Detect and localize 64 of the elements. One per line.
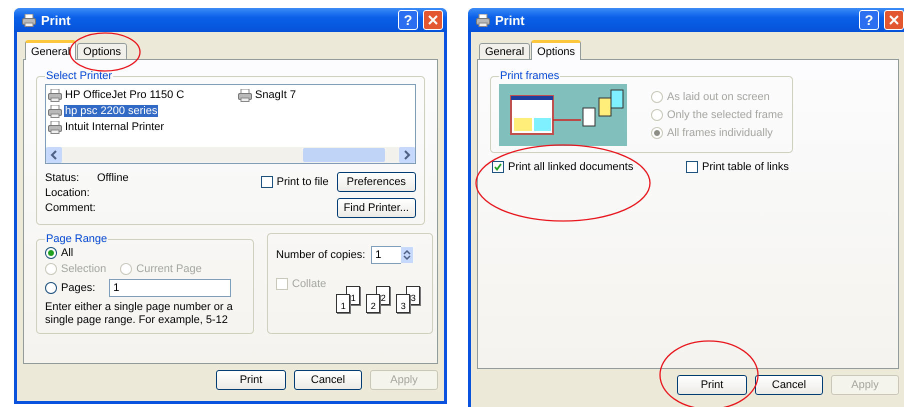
dialog-button[interactable]: Print xyxy=(216,370,286,390)
group-title: Select Printer xyxy=(45,70,114,82)
copies-field[interactable]: 1 xyxy=(371,246,402,264)
scroll-right-icon[interactable] xyxy=(399,147,415,163)
radio-button[interactable] xyxy=(45,282,57,294)
scroll-left-icon[interactable] xyxy=(46,147,62,163)
tab[interactable]: Options xyxy=(531,40,582,60)
radio-button[interactable] xyxy=(45,247,57,259)
help-button[interactable]: ? xyxy=(398,10,418,30)
radio-label: Selection xyxy=(61,263,106,275)
checkbox[interactable] xyxy=(686,161,698,173)
spinner-arrows-icon[interactable] xyxy=(401,247,414,263)
tab[interactable]: General xyxy=(25,40,76,60)
info-label: Status: xyxy=(45,172,80,184)
radio-label: Pages: xyxy=(61,282,96,294)
close-icon xyxy=(428,15,438,25)
dialog-button[interactable]: Cancel xyxy=(294,370,362,390)
close-button[interactable] xyxy=(423,10,443,30)
checkbox-label: Print table of links xyxy=(702,161,789,173)
checkbox[interactable] xyxy=(492,161,504,173)
printer-list[interactable]: HP OfficeJet Pro 1150 C hp psc 2200 series Intuit Internal Printer SnagIt 7 xyxy=(45,84,416,164)
printer-item[interactable]: HP OfficeJet Pro 1150 C xyxy=(64,89,186,101)
checkbox-label: Collate xyxy=(292,278,326,290)
page-sheet: 2 xyxy=(366,294,380,313)
close-icon xyxy=(889,15,899,25)
copies-label: Number of copies: xyxy=(276,249,366,261)
info-label: Comment: xyxy=(45,202,97,214)
checkbox-label: Print all linked documents xyxy=(508,161,634,173)
printer-item[interactable]: Intuit Internal Printer xyxy=(64,121,166,133)
dialog-button[interactable]: Print xyxy=(677,375,747,395)
printer-icon xyxy=(22,14,36,26)
page-sheet: 1 xyxy=(336,294,350,313)
printer-icon xyxy=(48,104,62,118)
find-printer-button[interactable]: Find Printer... xyxy=(336,198,416,218)
close-button[interactable] xyxy=(884,10,904,30)
window-title: Print xyxy=(41,12,72,28)
printer-item[interactable]: SnagIt 7 xyxy=(254,89,297,101)
printer-item[interactable]: hp psc 2200 series xyxy=(64,105,158,117)
preferences-button[interactable]: Preferences xyxy=(336,172,416,192)
group-title: Print frames xyxy=(499,70,560,82)
checkbox-label: Print to file xyxy=(276,176,329,188)
radio-label: All xyxy=(61,247,74,259)
radio-label: All frames individually xyxy=(667,127,773,139)
checkbox[interactable] xyxy=(260,176,273,188)
printer-icon xyxy=(238,88,252,102)
info-label: Location: xyxy=(45,187,91,199)
group-title: Page Range xyxy=(45,233,108,245)
info-value: Offline xyxy=(97,172,129,184)
scroll-thumb[interactable] xyxy=(303,148,385,162)
printer-icon xyxy=(476,14,490,26)
window-title: Print xyxy=(495,12,526,28)
radio-label: Current Page xyxy=(136,263,202,275)
tab[interactable]: Options xyxy=(77,43,128,60)
horizontal-scrollbar[interactable] xyxy=(46,147,415,163)
hint-text: Enter either a single page number or a single page range. For example, 5-12 xyxy=(45,301,234,327)
pages-field[interactable]: 1 xyxy=(109,279,232,297)
page-sheet: 3 xyxy=(396,294,410,313)
tab[interactable]: General xyxy=(479,43,530,60)
radio-label: As laid out on screen xyxy=(667,91,770,103)
dialog-button[interactable]: Cancel xyxy=(755,375,823,395)
help-button[interactable]: ? xyxy=(859,10,879,30)
radio-label: Only the selected frame xyxy=(667,109,784,121)
printer-icon xyxy=(48,88,62,102)
printer-icon xyxy=(48,120,62,134)
